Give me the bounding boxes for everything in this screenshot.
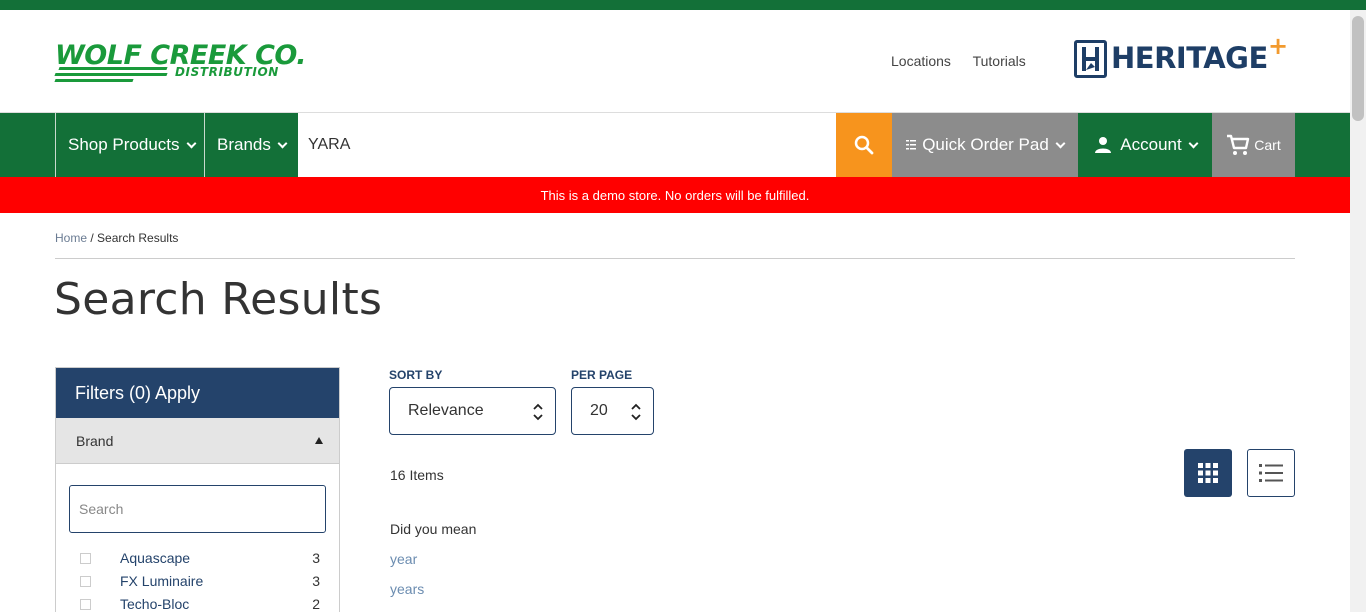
sort-by-label: SORT BY — [389, 368, 443, 382]
cart-label: Cart — [1254, 137, 1281, 153]
cart-icon — [1227, 134, 1250, 155]
breadcrumb: Home / Search Results — [55, 231, 178, 245]
demo-store-banner: This is a demo store. No orders will be … — [0, 177, 1350, 213]
scrollbar-thumb[interactable] — [1352, 16, 1364, 121]
wolf-creek-logo[interactable]: WOLF CREEK CO. DISTRIBUTION — [54, 40, 307, 85]
brand-filter-label: Brand — [76, 432, 114, 449]
results-count: 16 Items — [390, 467, 444, 483]
tutorials-link[interactable]: Tutorials — [973, 53, 1026, 69]
heritage-logo[interactable]: HERITAGE + — [1074, 32, 1289, 80]
locations-link[interactable]: Locations — [891, 53, 951, 69]
per-page-label: PER PAGE — [571, 368, 633, 382]
filter-checkbox[interactable] — [80, 598, 91, 610]
caret-up-icon — [315, 437, 323, 444]
search-button[interactable] — [836, 113, 892, 177]
heritage-plus: + — [1268, 32, 1289, 60]
brands-menu[interactable]: Brands — [204, 113, 298, 177]
per-page-value: 20 — [590, 402, 608, 419]
brands-label: Brands — [217, 135, 271, 154]
filter-option-count: 2 — [312, 596, 320, 612]
brand-search-input[interactable] — [69, 485, 326, 533]
did-you-mean-label: Did you mean — [390, 521, 477, 537]
suggestion-link[interactable]: year — [390, 551, 417, 567]
heritage-badge-icon — [1074, 40, 1107, 78]
filter-option[interactable]: FX Luminaire 3 — [80, 571, 320, 591]
logo-subtitle: DISTRIBUTION — [175, 65, 279, 79]
account-label: Account — [1120, 135, 1182, 154]
page-scrollbar[interactable] — [1350, 10, 1366, 612]
quick-order-pad-label: Quick Order Pad — [922, 135, 1049, 154]
grid-icon — [1198, 463, 1218, 483]
header-links: Locations Tutorials — [891, 53, 1044, 69]
list-icon — [1259, 464, 1283, 482]
brand-filter-toggle[interactable]: Brand — [56, 418, 339, 464]
per-page-select[interactable]: 20 — [571, 387, 654, 435]
top-accent-bar — [0, 0, 1366, 10]
filter-checkbox[interactable] — [80, 552, 91, 564]
logo-stripe — [54, 73, 168, 76]
heritage-wordmark: HERITAGE — [1111, 41, 1268, 75]
select-arrows-icon — [631, 403, 641, 421]
chevron-down-icon — [1055, 138, 1066, 148]
cart-button[interactable]: Cart — [1212, 113, 1295, 177]
filter-option-label: FX Luminaire — [120, 573, 204, 589]
grid-view-button[interactable] — [1184, 449, 1232, 497]
list-view-button[interactable] — [1247, 449, 1295, 497]
shop-products-label: Shop Products — [68, 135, 180, 154]
search-input[interactable] — [298, 113, 836, 177]
select-arrows-icon — [533, 403, 543, 421]
filter-option[interactable]: Techo-Bloc 2 — [80, 594, 320, 612]
account-menu[interactable]: Account — [1079, 113, 1212, 177]
chevron-down-icon — [277, 138, 288, 148]
breadcrumb-separator: / — [87, 231, 98, 245]
filter-option[interactable]: Aquascape 3 — [80, 548, 320, 568]
logo-stripe — [54, 79, 134, 82]
chevron-down-icon — [186, 138, 196, 148]
site-header: WOLF CREEK CO. DISTRIBUTION Locations Tu… — [0, 10, 1350, 113]
main-nav: Shop Products Brands Quick Order Pad Acc… — [0, 113, 1350, 177]
filters-panel: Filters (0) Apply Brand Aquascape 3 FX L… — [55, 367, 340, 612]
sort-by-value: Relevance — [408, 402, 484, 419]
quick-order-pad-button[interactable]: Quick Order Pad — [892, 113, 1078, 177]
list-icon — [906, 140, 917, 150]
filters-apply-header[interactable]: Filters (0) Apply — [56, 368, 339, 418]
breadcrumb-current: Search Results — [97, 231, 179, 245]
user-icon — [1095, 137, 1112, 153]
filter-checkbox[interactable] — [80, 575, 91, 587]
filter-option-count: 3 — [312, 550, 320, 566]
filter-option-count: 3 — [312, 573, 320, 589]
filter-option-label: Aquascape — [120, 550, 191, 566]
page-title: Search Results — [54, 274, 383, 325]
search-icon — [854, 135, 874, 155]
filter-option-label: Techo-Bloc — [120, 596, 190, 612]
chevron-down-icon — [1188, 138, 1199, 148]
divider — [55, 258, 1295, 259]
suggestion-link[interactable]: years — [390, 581, 424, 597]
sort-by-select[interactable]: Relevance — [389, 387, 556, 435]
shop-products-menu[interactable]: Shop Products — [55, 113, 205, 177]
breadcrumb-home-link[interactable]: Home — [55, 231, 87, 245]
